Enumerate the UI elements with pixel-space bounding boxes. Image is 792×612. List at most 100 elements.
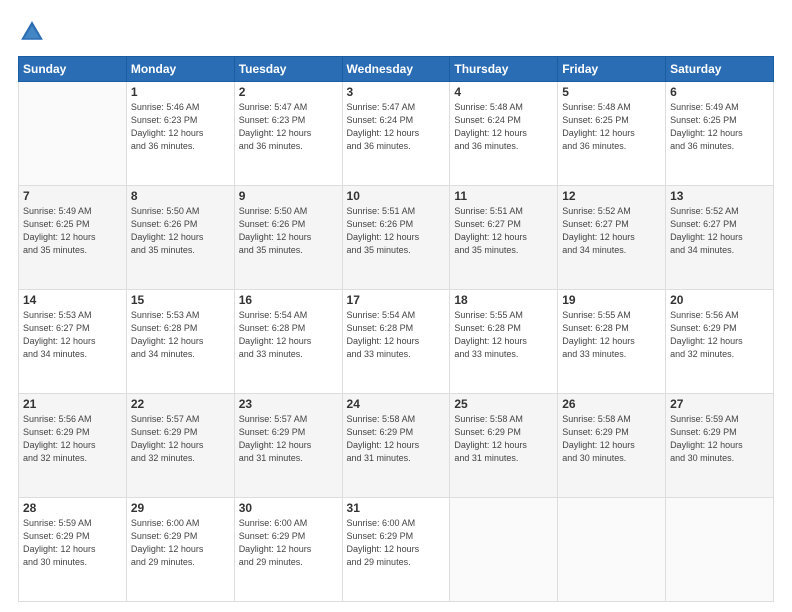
calendar-empty-cell — [450, 498, 558, 602]
day-info: Sunrise: 5:51 AMSunset: 6:27 PMDaylight:… — [454, 205, 553, 257]
day-info: Sunrise: 5:53 AMSunset: 6:27 PMDaylight:… — [23, 309, 122, 361]
calendar-day-25: 25Sunrise: 5:58 AMSunset: 6:29 PMDayligh… — [450, 394, 558, 498]
day-number: 19 — [562, 293, 661, 307]
calendar-day-29: 29 Sunrise: 6:00 AMSunset: 6:29 PMDayligh… — [126, 498, 234, 602]
calendar-day-9: 9 Sunrise: 5:50 AMSunset: 6:26 PMDaylight… — [234, 186, 342, 290]
day-info: Sunrise: 5:58 AMSunset: 6:29 PMDaylight:… — [347, 413, 446, 465]
calendar-day-14: 14 Sunrise: 5:53 AMSunset: 6:27 PMDayligh… — [19, 290, 127, 394]
day-number: 23 — [239, 397, 338, 411]
day-info: Sunrise: 5:52 AMSunset: 6:27 PMDaylight:… — [670, 205, 769, 257]
logo — [18, 18, 50, 46]
calendar-day-30: 30 Sunrise: 6:00 AMSunset: 6:29 PMDayligh… — [234, 498, 342, 602]
day-info: Sunrise: 5:50 AMSunset: 6:26 PMDaylight:… — [131, 205, 230, 257]
day-number: 30 — [239, 501, 338, 515]
day-number: 3 — [347, 85, 446, 99]
calendar-day-26: 26 Sunrise: 5:58 AMSunset: 6:29 PMDayligh… — [558, 394, 666, 498]
day-number: 22 — [131, 397, 230, 411]
day-number: 15 — [131, 293, 230, 307]
day-info: Sunrise: 5:47 AMSunset: 6:23 PMDaylight:… — [239, 101, 338, 153]
day-number: 16 — [239, 293, 338, 307]
calendar-week-row: 1 Sunrise: 5:46 AMSunset: 6:23 PMDaylight… — [19, 82, 774, 186]
calendar-week-row: 7Sunrise: 5:49 AMSunset: 6:25 PMDaylight… — [19, 186, 774, 290]
day-info: Sunrise: 6:00 AMSunset: 6:29 PMDaylight:… — [131, 517, 230, 569]
day-number: 14 — [23, 293, 122, 307]
day-info: Sunrise: 5:55 AMSunset: 6:28 PMDaylight:… — [454, 309, 553, 361]
day-info: Sunrise: 6:00 AMSunset: 6:29 PMDaylight:… — [347, 517, 446, 569]
day-number: 7 — [23, 189, 122, 203]
calendar-day-28: 28 Sunrise: 5:59 AMSunset: 6:29 PMDayligh… — [19, 498, 127, 602]
day-info: Sunrise: 5:46 AMSunset: 6:23 PMDaylight:… — [131, 101, 230, 153]
header — [18, 18, 774, 46]
calendar-day-13: 13 Sunrise: 5:52 AMSunset: 6:27 PMDayligh… — [666, 186, 774, 290]
day-info: Sunrise: 5:52 AMSunset: 6:27 PMDaylight:… — [562, 205, 661, 257]
calendar-empty-cell — [19, 82, 127, 186]
calendar-day-7: 7Sunrise: 5:49 AMSunset: 6:25 PMDaylight… — [19, 186, 127, 290]
day-info: Sunrise: 5:57 AMSunset: 6:29 PMDaylight:… — [239, 413, 338, 465]
day-number: 4 — [454, 85, 553, 99]
day-info: Sunrise: 5:56 AMSunset: 6:29 PMDaylight:… — [670, 309, 769, 361]
day-number: 26 — [562, 397, 661, 411]
day-number: 17 — [347, 293, 446, 307]
day-number: 31 — [347, 501, 446, 515]
day-number: 25 — [454, 397, 553, 411]
day-number: 8 — [131, 189, 230, 203]
calendar-day-23: 23 Sunrise: 5:57 AMSunset: 6:29 PMDayligh… — [234, 394, 342, 498]
calendar-day-21: 21Sunrise: 5:56 AMSunset: 6:29 PMDayligh… — [19, 394, 127, 498]
day-number: 10 — [347, 189, 446, 203]
day-info: Sunrise: 5:47 AMSunset: 6:24 PMDaylight:… — [347, 101, 446, 153]
day-info: Sunrise: 5:54 AMSunset: 6:28 PMDaylight:… — [239, 309, 338, 361]
day-info: Sunrise: 5:59 AMSunset: 6:29 PMDaylight:… — [670, 413, 769, 465]
day-info: Sunrise: 5:57 AMSunset: 6:29 PMDaylight:… — [131, 413, 230, 465]
day-info: Sunrise: 5:51 AMSunset: 6:26 PMDaylight:… — [347, 205, 446, 257]
day-number: 6 — [670, 85, 769, 99]
calendar-day-18: 18Sunrise: 5:55 AMSunset: 6:28 PMDayligh… — [450, 290, 558, 394]
calendar-day-24: 24Sunrise: 5:58 AMSunset: 6:29 PMDayligh… — [342, 394, 450, 498]
calendar-day-4: 4 Sunrise: 5:48 AMSunset: 6:24 PMDaylight… — [450, 82, 558, 186]
weekday-header-friday: Friday — [558, 57, 666, 82]
day-number: 1 — [131, 85, 230, 99]
weekday-header-saturday: Saturday — [666, 57, 774, 82]
calendar-empty-cell — [666, 498, 774, 602]
day-number: 11 — [454, 189, 553, 203]
day-number: 27 — [670, 397, 769, 411]
day-info: Sunrise: 5:53 AMSunset: 6:28 PMDaylight:… — [131, 309, 230, 361]
calendar-week-row: 28 Sunrise: 5:59 AMSunset: 6:29 PMDayligh… — [19, 498, 774, 602]
day-number: 21 — [23, 397, 122, 411]
calendar-day-11: 11 Sunrise: 5:51 AMSunset: 6:27 PMDayligh… — [450, 186, 558, 290]
calendar-day-5: 5Sunrise: 5:48 AMSunset: 6:25 PMDaylight… — [558, 82, 666, 186]
calendar-day-8: 8 Sunrise: 5:50 AMSunset: 6:26 PMDaylight… — [126, 186, 234, 290]
day-number: 29 — [131, 501, 230, 515]
calendar-day-27: 27 Sunrise: 5:59 AMSunset: 6:29 PMDayligh… — [666, 394, 774, 498]
day-info: Sunrise: 5:58 AMSunset: 6:29 PMDaylight:… — [562, 413, 661, 465]
calendar-day-6: 6 Sunrise: 5:49 AMSunset: 6:25 PMDaylight… — [666, 82, 774, 186]
calendar-day-10: 10 Sunrise: 5:51 AMSunset: 6:26 PMDayligh… — [342, 186, 450, 290]
day-info: Sunrise: 5:48 AMSunset: 6:25 PMDaylight:… — [562, 101, 661, 153]
day-number: 2 — [239, 85, 338, 99]
calendar-day-19: 19 Sunrise: 5:55 AMSunset: 6:28 PMDayligh… — [558, 290, 666, 394]
calendar-day-16: 16 Sunrise: 5:54 AMSunset: 6:28 PMDayligh… — [234, 290, 342, 394]
day-info: Sunrise: 6:00 AMSunset: 6:29 PMDaylight:… — [239, 517, 338, 569]
day-number: 13 — [670, 189, 769, 203]
calendar-header-row: SundayMondayTuesdayWednesdayThursdayFrid… — [19, 57, 774, 82]
day-info: Sunrise: 5:50 AMSunset: 6:26 PMDaylight:… — [239, 205, 338, 257]
calendar-day-31: 31 Sunrise: 6:00 AMSunset: 6:29 PMDayligh… — [342, 498, 450, 602]
calendar-day-2: 2 Sunrise: 5:47 AMSunset: 6:23 PMDaylight… — [234, 82, 342, 186]
day-number: 12 — [562, 189, 661, 203]
day-info: Sunrise: 5:59 AMSunset: 6:29 PMDaylight:… — [23, 517, 122, 569]
day-number: 20 — [670, 293, 769, 307]
calendar-day-15: 15 Sunrise: 5:53 AMSunset: 6:28 PMDayligh… — [126, 290, 234, 394]
day-info: Sunrise: 5:48 AMSunset: 6:24 PMDaylight:… — [454, 101, 553, 153]
day-number: 9 — [239, 189, 338, 203]
day-info: Sunrise: 5:55 AMSunset: 6:28 PMDaylight:… — [562, 309, 661, 361]
day-info: Sunrise: 5:49 AMSunset: 6:25 PMDaylight:… — [670, 101, 769, 153]
day-info: Sunrise: 5:54 AMSunset: 6:28 PMDaylight:… — [347, 309, 446, 361]
weekday-header-wednesday: Wednesday — [342, 57, 450, 82]
calendar-day-3: 3 Sunrise: 5:47 AMSunset: 6:24 PMDaylight… — [342, 82, 450, 186]
calendar-day-12: 12 Sunrise: 5:52 AMSunset: 6:27 PMDayligh… — [558, 186, 666, 290]
logo-icon — [18, 18, 46, 46]
day-number: 28 — [23, 501, 122, 515]
weekday-header-tuesday: Tuesday — [234, 57, 342, 82]
calendar-week-row: 21Sunrise: 5:56 AMSunset: 6:29 PMDayligh… — [19, 394, 774, 498]
weekday-header-sunday: Sunday — [19, 57, 127, 82]
calendar-table: SundayMondayTuesdayWednesdayThursdayFrid… — [18, 56, 774, 602]
